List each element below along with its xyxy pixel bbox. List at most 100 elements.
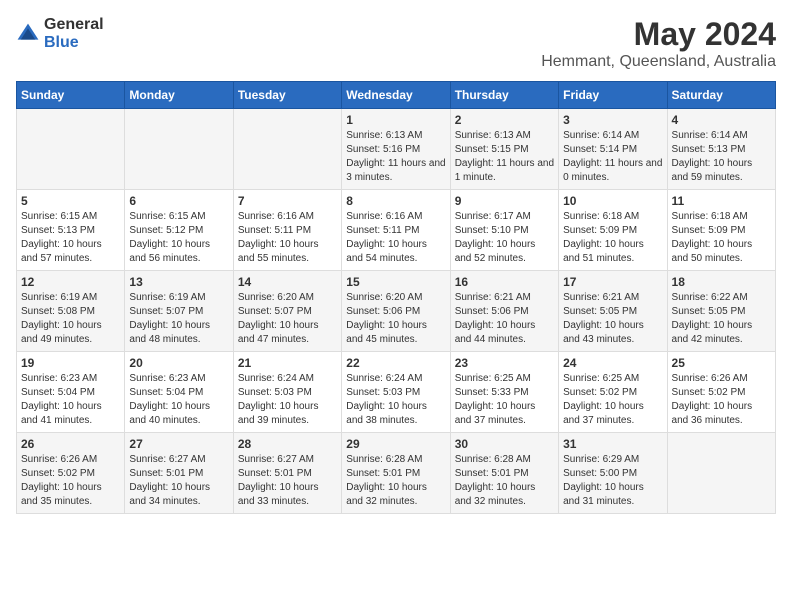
calendar-table: SundayMondayTuesdayWednesdayThursdayFrid… (16, 81, 776, 514)
calendar-cell: 2Sunrise: 6:13 AM Sunset: 5:15 PM Daylig… (450, 109, 558, 190)
day-info: Sunrise: 6:18 AM Sunset: 5:09 PM Dayligh… (672, 210, 771, 266)
calendar-cell: 17Sunrise: 6:21 AM Sunset: 5:05 PM Dayli… (559, 271, 667, 352)
day-info: Sunrise: 6:20 AM Sunset: 5:07 PM Dayligh… (238, 291, 337, 347)
day-number: 31 (563, 437, 662, 451)
day-info: Sunrise: 6:26 AM Sunset: 5:02 PM Dayligh… (21, 453, 120, 509)
day-info: Sunrise: 6:19 AM Sunset: 5:08 PM Dayligh… (21, 291, 120, 347)
calendar-cell: 14 Sunrise: 6:20 AM Sunset: 5:07 PM Dayli… (233, 271, 341, 352)
calendar-cell: 12Sunrise: 6:19 AM Sunset: 5:08 PM Dayli… (17, 271, 125, 352)
calendar-cell: 18 Sunrise: 6:22 AM Sunset: 5:05 PM Dayli… (667, 271, 775, 352)
logo: General Blue (16, 16, 104, 52)
day-number: 23 (455, 356, 554, 370)
calendar-cell: 10 Sunrise: 6:18 AM Sunset: 5:09 PM Dayli… (559, 190, 667, 271)
calendar-cell (17, 109, 125, 190)
calendar-cell: 8Sunrise: 6:16 AM Sunset: 5:11 PM Daylig… (342, 190, 450, 271)
day-number: 28 (238, 437, 337, 451)
day-number: 20 (129, 356, 228, 370)
day-info: Sunrise: 6:28 AM Sunset: 5:01 PM Dayligh… (455, 453, 554, 509)
day-info: Sunrise: 6:15 AM Sunset: 5:12 PM Dayligh… (129, 210, 228, 266)
calendar-cell (233, 109, 341, 190)
logo-blue: Blue (44, 34, 79, 51)
header-cell-tuesday: Tuesday (233, 82, 341, 109)
day-number: 5 (21, 194, 120, 208)
calendar-cell: 13 Sunrise: 6:19 AM Sunset: 5:07 PM Dayli… (125, 271, 233, 352)
calendar-cell: 27 Sunrise: 6:27 AM Sunset: 5:01 PM Dayli… (125, 433, 233, 514)
day-info: Sunrise: 6:16 AM Sunset: 5:11 PM Dayligh… (238, 210, 337, 266)
day-number: 6 (129, 194, 228, 208)
day-number: 26 (21, 437, 120, 451)
day-info: Sunrise: 6:19 AM Sunset: 5:07 PM Dayligh… (129, 291, 228, 347)
calendar-cell: 20Sunrise: 6:23 AM Sunset: 5:04 PM Dayli… (125, 352, 233, 433)
title-section: May 2024 Hemmant, Queensland, Australia (541, 16, 776, 71)
calendar-cell: 21 Sunrise: 6:24 AM Sunset: 5:03 PM Dayli… (233, 352, 341, 433)
header-cell-thursday: Thursday (450, 82, 558, 109)
day-number: 3 (563, 113, 662, 127)
calendar-cell: 6 Sunrise: 6:15 AM Sunset: 5:12 PM Daylig… (125, 190, 233, 271)
day-number: 27 (129, 437, 228, 451)
day-number: 15 (346, 275, 445, 289)
day-number: 25 (672, 356, 771, 370)
day-info: Sunrise: 6:28 AM Sunset: 5:01 PM Dayligh… (346, 453, 445, 509)
header-cell-monday: Monday (125, 82, 233, 109)
day-info: Sunrise: 6:29 AM Sunset: 5:00 PM Dayligh… (563, 453, 662, 509)
day-info: Sunrise: 6:13 AM Sunset: 5:16 PM Dayligh… (346, 129, 445, 185)
week-row-4: 26 Sunrise: 6:26 AM Sunset: 5:02 PM Dayli… (17, 433, 776, 514)
day-info: Sunrise: 6:25 AM Sunset: 5:02 PM Dayligh… (563, 372, 662, 428)
logo-general: General (44, 16, 104, 33)
day-info: Sunrise: 6:14 AM Sunset: 5:14 PM Dayligh… (563, 129, 662, 185)
calendar-cell: 9 Sunrise: 6:17 AM Sunset: 5:10 PM Daylig… (450, 190, 558, 271)
day-number: 13 (129, 275, 228, 289)
day-info: Sunrise: 6:22 AM Sunset: 5:05 PM Dayligh… (672, 291, 771, 347)
header-cell-wednesday: Wednesday (342, 82, 450, 109)
day-number: 29 (346, 437, 445, 451)
day-info: Sunrise: 6:18 AM Sunset: 5:09 PM Dayligh… (563, 210, 662, 266)
day-number: 16 (455, 275, 554, 289)
day-info: Sunrise: 6:26 AM Sunset: 5:02 PM Dayligh… (672, 372, 771, 428)
calendar-cell (667, 433, 775, 514)
calendar-cell: 4 Sunrise: 6:14 AM Sunset: 5:13 PM Daylig… (667, 109, 775, 190)
logo-text: General Blue (44, 16, 104, 52)
header-cell-saturday: Saturday (667, 82, 775, 109)
calendar-cell: 1 Sunrise: 6:13 AM Sunset: 5:16 PM Daylig… (342, 109, 450, 190)
day-info: Sunrise: 6:24 AM Sunset: 5:03 PM Dayligh… (346, 372, 445, 428)
day-info: Sunrise: 6:17 AM Sunset: 5:10 PM Dayligh… (455, 210, 554, 266)
day-number: 19 (21, 356, 120, 370)
week-row-0: 1 Sunrise: 6:13 AM Sunset: 5:16 PM Daylig… (17, 109, 776, 190)
day-number: 7 (238, 194, 337, 208)
day-number: 11 (672, 194, 771, 208)
calendar-cell: 16Sunrise: 6:21 AM Sunset: 5:06 PM Dayli… (450, 271, 558, 352)
calendar-cell: 22Sunrise: 6:24 AM Sunset: 5:03 PM Dayli… (342, 352, 450, 433)
day-number: 18 (672, 275, 771, 289)
logo-icon (16, 22, 40, 46)
calendar-cell: 29 Sunrise: 6:28 AM Sunset: 5:01 PM Dayli… (342, 433, 450, 514)
header-cell-friday: Friday (559, 82, 667, 109)
day-info: Sunrise: 6:14 AM Sunset: 5:13 PM Dayligh… (672, 129, 771, 185)
day-number: 1 (346, 113, 445, 127)
week-row-2: 12Sunrise: 6:19 AM Sunset: 5:08 PM Dayli… (17, 271, 776, 352)
day-number: 21 (238, 356, 337, 370)
day-number: 24 (563, 356, 662, 370)
day-info: Sunrise: 6:27 AM Sunset: 5:01 PM Dayligh… (129, 453, 228, 509)
calendar-cell: 19 Sunrise: 6:23 AM Sunset: 5:04 PM Dayli… (17, 352, 125, 433)
day-number: 10 (563, 194, 662, 208)
day-info: Sunrise: 6:24 AM Sunset: 5:03 PM Dayligh… (238, 372, 337, 428)
calendar-cell: 24 Sunrise: 6:25 AM Sunset: 5:02 PM Dayli… (559, 352, 667, 433)
calendar-cell: 30Sunrise: 6:28 AM Sunset: 5:01 PM Dayli… (450, 433, 558, 514)
day-info: Sunrise: 6:25 AM Sunset: 5:33 PM Dayligh… (455, 372, 554, 428)
header-cell-sunday: Sunday (17, 82, 125, 109)
day-info: Sunrise: 6:20 AM Sunset: 5:06 PM Dayligh… (346, 291, 445, 347)
day-number: 4 (672, 113, 771, 127)
calendar-header: SundayMondayTuesdayWednesdayThursdayFrid… (17, 82, 776, 109)
calendar-body: 1 Sunrise: 6:13 AM Sunset: 5:16 PM Daylig… (17, 109, 776, 514)
day-number: 9 (455, 194, 554, 208)
calendar-cell: 31 Sunrise: 6:29 AM Sunset: 5:00 PM Dayli… (559, 433, 667, 514)
calendar-cell: 3 Sunrise: 6:14 AM Sunset: 5:14 PM Daylig… (559, 109, 667, 190)
page-subtitle: Hemmant, Queensland, Australia (541, 53, 776, 71)
page-title: May 2024 (541, 16, 776, 53)
calendar-cell: 25 Sunrise: 6:26 AM Sunset: 5:02 PM Dayli… (667, 352, 775, 433)
day-number: 14 (238, 275, 337, 289)
day-info: Sunrise: 6:15 AM Sunset: 5:13 PM Dayligh… (21, 210, 120, 266)
day-info: Sunrise: 6:23 AM Sunset: 5:04 PM Dayligh… (21, 372, 120, 428)
calendar-cell: 15 Sunrise: 6:20 AM Sunset: 5:06 PM Dayli… (342, 271, 450, 352)
day-info: Sunrise: 6:16 AM Sunset: 5:11 PM Dayligh… (346, 210, 445, 266)
